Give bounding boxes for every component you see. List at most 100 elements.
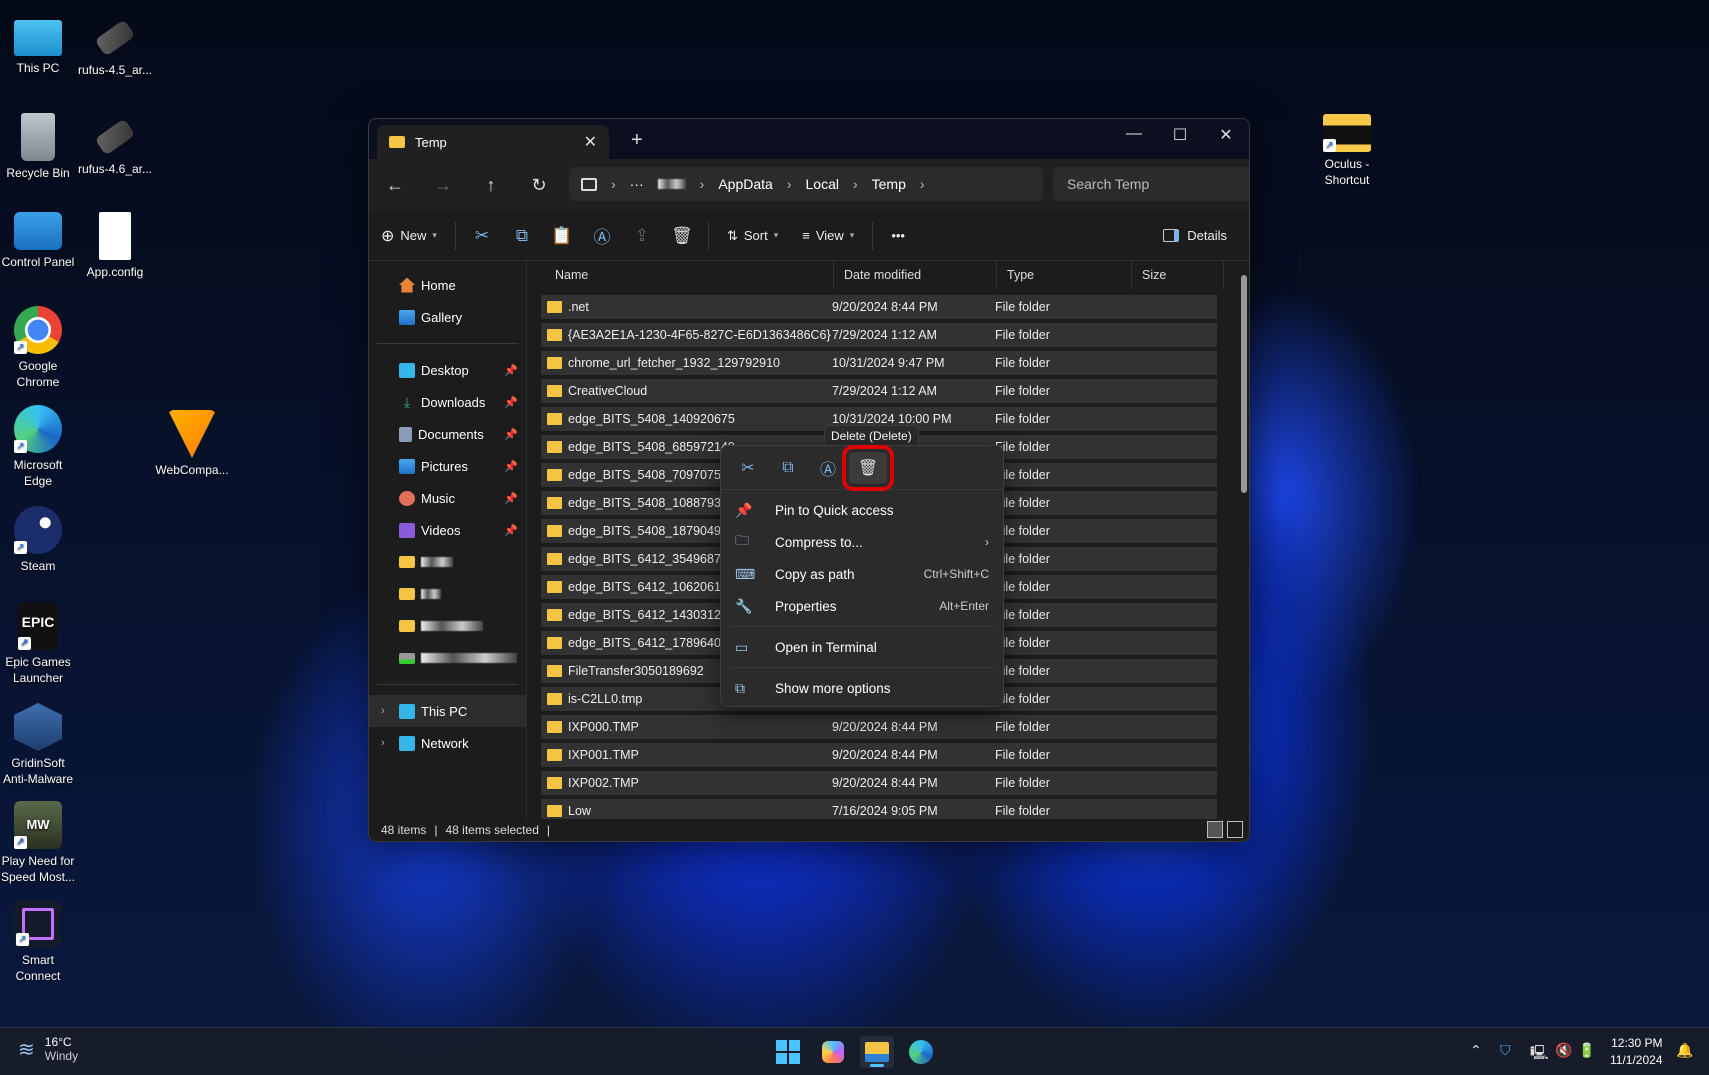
file-row[interactable]: {AE3A2E1A-1230-4F65-827C-E6D1363486C6} 7/… xyxy=(541,323,1217,347)
menu-item-pin-quick-access[interactable]: 📌 Pin to Quick access xyxy=(721,494,1003,526)
more-options-button[interactable]: ••• xyxy=(879,218,917,254)
vertical-scrollbar[interactable] xyxy=(1241,275,1247,493)
sidebar-item-redacted-drive[interactable] xyxy=(369,642,526,674)
file-name-cell: IXP001.TMP xyxy=(541,748,832,762)
menu-item-compress[interactable]: 🗀 Compress to... › xyxy=(721,526,1003,558)
up-button[interactable]: ↑ xyxy=(467,175,515,196)
battery-icon[interactable]: 🔋 xyxy=(1578,1042,1595,1059)
weather-widget[interactable]: ≋ 16°C Windy xyxy=(18,1035,78,1063)
menu-item-show-more-options[interactable]: ⧉ Show more options xyxy=(721,672,1003,704)
clock[interactable]: 12:30 PM 11/1/2024 xyxy=(1610,1035,1663,1069)
file-row[interactable]: IXP000.TMP 9/20/2024 8:44 PM File folder xyxy=(541,715,1217,739)
breadcrumb-temp[interactable]: Temp xyxy=(872,176,906,192)
sidebar-item-documents[interactable]: Documents 📌 xyxy=(369,418,526,450)
breadcrumb-appdata[interactable]: AppData xyxy=(718,176,772,192)
column-header-date[interactable]: Date modified xyxy=(834,261,997,289)
desktop-icon-gridinsoft[interactable]: GridinSoft Anti-Malware xyxy=(0,703,78,787)
chevron-down-icon: ▾ xyxy=(773,230,779,240)
copy-icon[interactable]: ⧉ xyxy=(502,226,542,246)
desktop-icon-recycle-bin[interactable]: Recycle Bin xyxy=(0,113,78,181)
forward-button[interactable]: → xyxy=(419,175,467,196)
minimize-button[interactable]: — xyxy=(1111,125,1157,143)
sort-button[interactable]: ⇅ Sort ▾ xyxy=(715,218,790,254)
desktop-icon-epic-games[interactable]: EPIC ↗ Epic Games Launcher xyxy=(0,602,78,686)
type-cell: File folder xyxy=(995,692,1050,706)
desktop-icon-rufus-46[interactable]: rufus-4.6_ar... xyxy=(75,113,155,177)
search-input[interactable]: Search Temp xyxy=(1053,167,1249,201)
file-row[interactable]: IXP001.TMP 9/20/2024 8:44 PM File folder xyxy=(541,743,1217,767)
new-tab-button[interactable]: + xyxy=(631,129,643,152)
file-row[interactable]: CreativeCloud 7/29/2024 1:12 AM File folde… xyxy=(541,379,1217,403)
delete-icon[interactable]: 🗑 xyxy=(842,444,894,491)
desktop-icon-oculus[interactable]: ↗ Oculus - Shortcut xyxy=(1307,114,1387,188)
details-view-button[interactable] xyxy=(1207,821,1223,838)
desktop-icon-nfs[interactable]: MW ↗ Play Need for Speed Most... xyxy=(0,801,78,885)
breadcrumb-local[interactable]: Local xyxy=(806,176,839,192)
defender-icon[interactable]: ⛉ xyxy=(1500,1042,1511,1059)
folder-icon xyxy=(547,329,562,341)
file-row[interactable]: Low 7/16/2024 9:05 PM File folder xyxy=(541,799,1217,819)
file-row[interactable]: IXP002.TMP 9/20/2024 8:44 PM File folder xyxy=(541,771,1217,795)
edge-taskbar-button[interactable] xyxy=(904,1036,938,1068)
sidebar-item-redacted-folder[interactable] xyxy=(369,578,526,610)
share-icon[interactable]: ⇪ xyxy=(622,226,662,246)
desktop-icon-webcompanion[interactable]: WebCompa... xyxy=(152,410,232,478)
maximize-button[interactable]: ☐ xyxy=(1157,125,1203,145)
overflow-breadcrumb-button[interactable]: ··· xyxy=(630,176,644,192)
back-button[interactable]: ← xyxy=(371,175,419,196)
desktop-icon-edge[interactable]: ↗ Microsoft Edge xyxy=(0,405,78,489)
sidebar-item-videos[interactable]: Videos 📌 xyxy=(369,514,526,546)
desktop-icon-chrome[interactable]: ↗ Google Chrome xyxy=(0,306,78,390)
file-explorer-taskbar-button[interactable] xyxy=(860,1036,894,1068)
menu-item-copy-path[interactable]: ⌨ Copy as path Ctrl+Shift+C xyxy=(721,558,1003,590)
tab-temp[interactable]: Temp ✕ xyxy=(377,125,609,159)
expand-chevron-icon[interactable]: › xyxy=(381,737,385,749)
cut-icon[interactable]: ✂ xyxy=(462,226,502,246)
new-button[interactable]: ⊕ New ▾ xyxy=(381,218,449,254)
sidebar-item-desktop[interactable]: Desktop 📌 xyxy=(369,354,526,386)
refresh-button[interactable]: ↻ xyxy=(515,175,563,196)
cut-icon[interactable]: ✂ xyxy=(729,452,767,484)
close-window-button[interactable]: ✕ xyxy=(1203,125,1249,145)
menu-item-open-terminal[interactable]: ▭ Open in Terminal xyxy=(721,631,1003,663)
expand-chevron-icon[interactable]: › xyxy=(381,705,385,717)
address-bar[interactable]: › ··· › AppData › Local › Temp › xyxy=(569,167,1043,201)
volume-muted-icon[interactable]: 🔇 xyxy=(1555,1042,1572,1059)
details-pane-button[interactable]: Details xyxy=(1163,228,1237,243)
sidebar-item-home[interactable]: Home xyxy=(369,269,526,301)
tiles-view-button[interactable] xyxy=(1227,821,1243,838)
sidebar-item-pictures[interactable]: Pictures 📌 xyxy=(369,450,526,482)
rename-icon[interactable]: Ⓐ xyxy=(809,452,847,484)
notification-bell-icon[interactable]: 🔔 xyxy=(1676,1042,1693,1059)
sidebar-item-network[interactable]: › Network xyxy=(369,727,526,759)
column-header-name[interactable]: Name xyxy=(527,261,834,289)
desktop-icon-app-config[interactable]: App.config xyxy=(75,212,155,280)
paste-icon[interactable]: 📋 xyxy=(542,226,582,246)
start-button[interactable] xyxy=(771,1036,805,1068)
copy-icon[interactable]: ⧉ xyxy=(769,452,807,484)
sidebar-item-redacted-folder[interactable] xyxy=(369,610,526,642)
show-hidden-icons-button[interactable]: ⌃ xyxy=(1470,1042,1482,1059)
plus-circle-icon: ⊕ xyxy=(381,227,395,245)
desktop-icon-rufus-45[interactable]: rufus-4.5_ar... xyxy=(75,14,155,78)
file-row[interactable]: .net 9/20/2024 8:44 PM File folder xyxy=(541,295,1217,319)
column-header-type[interactable]: Type xyxy=(997,261,1132,289)
file-row[interactable]: chrome_url_fetcher_1932_129792910 10/31/2… xyxy=(541,351,1217,375)
sidebar-item-downloads[interactable]: ⤓ Downloads 📌 xyxy=(369,386,526,418)
sidebar-item-music[interactable]: Music 📌 xyxy=(369,482,526,514)
view-button[interactable]: ≡ View ▾ xyxy=(790,218,866,254)
sidebar-item-redacted-folder[interactable] xyxy=(369,546,526,578)
desktop-icon-steam[interactable]: ↗ Steam xyxy=(0,506,78,574)
copilot-button[interactable] xyxy=(816,1036,850,1068)
desktop-icon-control-panel[interactable]: Control Panel xyxy=(0,212,78,270)
column-header-size[interactable]: Size xyxy=(1132,261,1224,289)
sidebar-item-gallery[interactable]: Gallery xyxy=(369,301,526,333)
sidebar-item-this-pc[interactable]: › This PC xyxy=(369,695,526,727)
network-icon[interactable]: 🖳 xyxy=(1530,1042,1549,1066)
desktop-icon-smart-connect[interactable]: ↗ Smart Connect xyxy=(0,900,78,984)
delete-icon[interactable]: 🗑 xyxy=(662,226,702,246)
rename-icon[interactable]: Ⓐ xyxy=(582,223,622,248)
close-tab-icon[interactable]: ✕ xyxy=(584,132,597,152)
desktop-icon-this-pc[interactable]: This PC xyxy=(0,14,78,76)
menu-item-properties[interactable]: 🔧 Properties Alt+Enter xyxy=(721,590,1003,622)
